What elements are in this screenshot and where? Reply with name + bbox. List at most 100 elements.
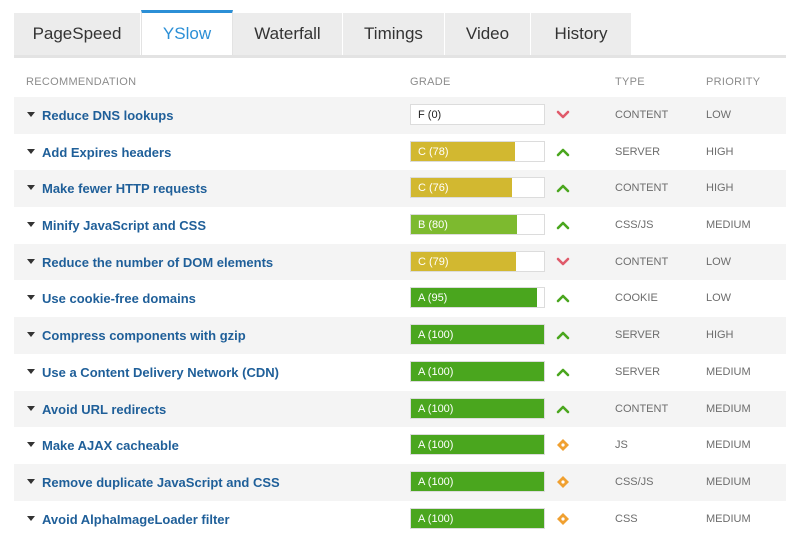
tab-yslow[interactable]: YSlow bbox=[141, 10, 233, 55]
recommendation-link[interactable]: Avoid AlphaImageLoader filter bbox=[42, 512, 230, 527]
expand-caret-icon[interactable] bbox=[27, 258, 35, 264]
table-row[interactable]: Avoid URL redirects A (100) CONTENT MEDIUM bbox=[14, 390, 786, 428]
tab-waterfall[interactable]: Waterfall bbox=[233, 13, 343, 55]
table-row[interactable]: Add Expires headers C (78) SERVER HIGH bbox=[14, 134, 786, 171]
recommendation-link[interactable]: Reduce the number of DOM elements bbox=[42, 255, 273, 270]
chevron-down-icon bbox=[556, 110, 570, 119]
type-label: CSS/JS bbox=[615, 475, 654, 488]
table-header: RECOMMENDATION GRADE TYPE PRIORITY bbox=[14, 76, 786, 90]
expand-caret-icon[interactable] bbox=[27, 478, 35, 484]
table-row[interactable]: Minify JavaScript and CSS B (80) CSS/JS MED… bbox=[14, 207, 786, 244]
recommendation-link[interactable]: Use cookie-free domains bbox=[42, 291, 196, 306]
type-label: JS bbox=[615, 439, 628, 452]
expand-caret-icon[interactable] bbox=[27, 332, 35, 338]
priority-label: HIGH bbox=[706, 329, 734, 342]
recommendation-link[interactable]: Add Expires headers bbox=[42, 145, 171, 160]
header-type: TYPE bbox=[615, 76, 645, 88]
table-row[interactable]: Compress components with gzip A (100) SERV… bbox=[14, 317, 786, 354]
chevron-up-icon bbox=[556, 368, 570, 377]
grade-bar: C (78) bbox=[410, 140, 545, 162]
grade-label: A (100) bbox=[418, 512, 454, 525]
recommendation-link[interactable]: Minify JavaScript and CSS bbox=[42, 218, 206, 233]
grade-label: A (100) bbox=[418, 329, 454, 342]
type-label: CSS/JS bbox=[615, 219, 654, 232]
grade-bar: F (0) bbox=[410, 104, 545, 125]
expand-caret-icon[interactable] bbox=[27, 222, 35, 228]
chevron-up-icon bbox=[556, 185, 570, 193]
grade-label: A (100) bbox=[418, 402, 454, 415]
type-label: CONTENT bbox=[615, 255, 669, 268]
grade-label: A (95) bbox=[418, 292, 448, 305]
grade-label: F (0) bbox=[418, 109, 442, 121]
grade-bar: B (80) bbox=[410, 214, 545, 236]
priority-label: MEDIUM bbox=[706, 365, 751, 378]
table-row[interactable]: Make AJAX cacheable A (100) JS MEDIUM bbox=[14, 427, 786, 464]
header-priority: PRIORITY bbox=[706, 76, 761, 88]
grade-bar: C (79) bbox=[410, 250, 545, 272]
table-row[interactable]: Use cookie-free domains A (95) COOKIE LOW bbox=[14, 280, 786, 317]
diamond-icon bbox=[557, 512, 569, 525]
expand-caret-icon[interactable] bbox=[27, 442, 35, 448]
priority-label: LOW bbox=[706, 109, 732, 121]
priority-label: HIGH bbox=[706, 145, 734, 158]
tab-history[interactable]: History bbox=[531, 13, 632, 55]
priority-label: LOW bbox=[706, 292, 732, 305]
recommendation-link[interactable]: Make AJAX cacheable bbox=[42, 438, 179, 453]
priority-label: MEDIUM bbox=[706, 512, 751, 525]
grade-label: C (78) bbox=[418, 145, 449, 158]
table-row[interactable]: Avoid AlphaImageLoader filter A (100) CSS M… bbox=[14, 501, 786, 538]
table-row[interactable]: Use a Content Delivery Network (CDN) A (1… bbox=[14, 354, 786, 391]
priority-label: MEDIUM bbox=[706, 475, 751, 488]
header-grade: GRADE bbox=[410, 76, 451, 88]
expand-caret-icon[interactable] bbox=[27, 112, 35, 117]
grade-label: B (80) bbox=[418, 219, 448, 232]
type-label: COOKIE bbox=[615, 292, 658, 305]
type-label: CONTENT bbox=[615, 109, 669, 121]
expand-caret-icon[interactable] bbox=[27, 148, 35, 154]
table-row[interactable]: Reduce the number of DOM elements C (79) C… bbox=[14, 243, 786, 281]
table-row[interactable]: Remove duplicate JavaScript and CSS A (10… bbox=[14, 463, 786, 501]
expand-caret-icon[interactable] bbox=[27, 405, 35, 411]
type-label: SERVER bbox=[615, 365, 661, 378]
table-row[interactable]: Make fewer HTTP requests C (76) CONTENT HIG… bbox=[14, 170, 786, 208]
grade-label: A (100) bbox=[418, 439, 454, 452]
chevron-up-icon bbox=[556, 221, 570, 230]
recommendation-table: Reduce DNS lookups F (0) CONTENT LOW Add Exp… bbox=[14, 97, 786, 537]
recommendation-link[interactable]: Use a Content Delivery Network (CDN) bbox=[42, 365, 279, 380]
grade-bar: A (100) bbox=[410, 470, 545, 492]
type-label: CSS bbox=[615, 512, 638, 525]
tab-video[interactable]: Video bbox=[445, 13, 531, 55]
expand-caret-icon[interactable] bbox=[27, 185, 35, 191]
expand-caret-icon[interactable] bbox=[27, 368, 35, 374]
grade-bar: A (100) bbox=[410, 360, 545, 382]
tab-pagespeed[interactable]: PageSpeed bbox=[14, 13, 141, 55]
chevron-up-icon bbox=[556, 295, 570, 303]
recommendation-link[interactable]: Reduce DNS lookups bbox=[42, 108, 173, 123]
header-recommendation: RECOMMENDATION bbox=[26, 76, 137, 88]
recommendation-link[interactable]: Make fewer HTTP requests bbox=[42, 181, 207, 196]
recommendation-link[interactable]: Remove duplicate JavaScript and CSS bbox=[42, 475, 280, 490]
expand-caret-icon[interactable] bbox=[27, 295, 35, 301]
chevron-down-icon bbox=[556, 257, 570, 266]
type-label: CONTENT bbox=[615, 182, 669, 195]
grade-bar: A (100) bbox=[410, 507, 545, 529]
grade-label: A (100) bbox=[418, 475, 454, 488]
grade-bar: A (100) bbox=[410, 434, 545, 456]
grade-bar: A (100) bbox=[410, 324, 545, 346]
priority-label: LOW bbox=[706, 255, 732, 268]
grade-bar: A (100) bbox=[410, 397, 545, 419]
priority-label: MEDIUM bbox=[706, 402, 751, 415]
table-row[interactable]: Reduce DNS lookups F (0) CONTENT LOW bbox=[14, 97, 786, 134]
grade-label: A (100) bbox=[418, 365, 454, 378]
expand-caret-icon[interactable] bbox=[27, 515, 35, 521]
grade-bar: A (95) bbox=[410, 287, 545, 309]
tab-timings[interactable]: Timings bbox=[343, 13, 445, 55]
recommendation-link[interactable]: Avoid URL redirects bbox=[42, 402, 166, 417]
recommendation-link[interactable]: Compress components with gzip bbox=[42, 328, 246, 343]
type-label: SERVER bbox=[615, 145, 661, 158]
type-label: SERVER bbox=[615, 329, 661, 342]
priority-label: MEDIUM bbox=[706, 219, 751, 232]
grade-label: C (79) bbox=[418, 255, 449, 268]
grade-label: C (76) bbox=[418, 182, 449, 195]
diamond-icon bbox=[557, 475, 569, 488]
